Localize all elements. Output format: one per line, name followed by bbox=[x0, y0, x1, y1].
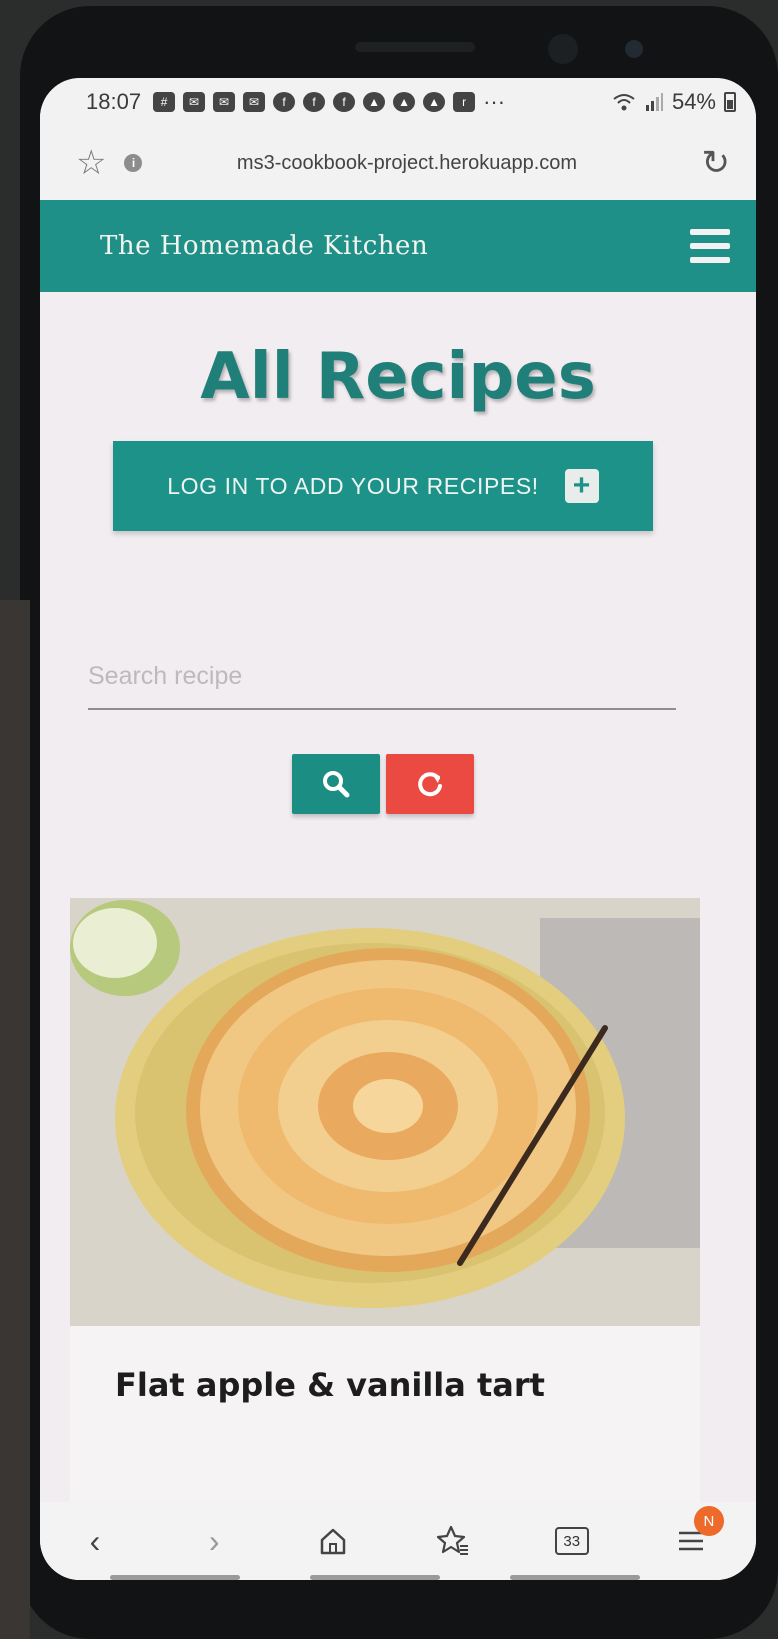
snapchat-icon: ▲ bbox=[423, 92, 446, 112]
status-bar: 18:07 # ✉ ✉ ✉ f f f ▲ ▲ ▲ r ··· 54% bbox=[40, 78, 756, 126]
hand-edge bbox=[0, 600, 30, 1639]
facebook-icon: f bbox=[303, 92, 326, 112]
gesture-bar-left bbox=[110, 1575, 240, 1580]
recipe-image[interactable] bbox=[70, 898, 700, 1326]
recipe-card[interactable]: Flat apple & vanilla tart bbox=[70, 898, 700, 1518]
plus-icon: + bbox=[564, 469, 599, 503]
notification-icons: # ✉ ✉ ✉ f f f ▲ ▲ ▲ r ··· bbox=[153, 89, 505, 115]
search-icon bbox=[323, 771, 350, 798]
search-button[interactable] bbox=[292, 754, 380, 814]
tabs-count: 33 bbox=[554, 1527, 589, 1555]
sensor bbox=[625, 40, 643, 58]
battery-icon bbox=[724, 92, 736, 112]
back-button[interactable]: ‹ bbox=[70, 1516, 120, 1566]
snapchat-icon: ▲ bbox=[363, 92, 386, 112]
login-to-add-recipes-button[interactable]: LOG IN TO ADD YOUR RECIPES! + bbox=[113, 441, 653, 531]
facebook-icon: f bbox=[273, 92, 296, 112]
bookmarks-star-icon bbox=[436, 1525, 468, 1555]
status-right: 54% bbox=[612, 89, 736, 115]
home-icon bbox=[321, 1528, 346, 1555]
recipe-title[interactable]: Flat apple & vanilla tart bbox=[115, 1366, 545, 1404]
main-content: All Recipes LOG IN TO ADD YOUR RECIPES! … bbox=[40, 292, 756, 1518]
bookmark-star-icon[interactable]: ☆ bbox=[76, 143, 106, 183]
search-field bbox=[88, 644, 676, 710]
search-input[interactable] bbox=[88, 644, 676, 708]
front-camera bbox=[548, 34, 578, 64]
earpiece bbox=[355, 42, 475, 52]
refresh-icon bbox=[418, 772, 442, 797]
facebook-icon: f bbox=[333, 92, 356, 112]
reload-icon[interactable]: ↻ bbox=[702, 143, 731, 183]
reset-button[interactable] bbox=[386, 754, 474, 814]
apple-tart-illustration bbox=[70, 898, 700, 1326]
browser-url-bar: ☆ i ms3-cookbook-project.herokuapp.com ↻ bbox=[40, 126, 756, 200]
brand-logo[interactable]: The Homemade Kitchen bbox=[100, 231, 428, 261]
browser-menu-button[interactable]: N bbox=[666, 1506, 724, 1566]
slack-icon: # bbox=[153, 92, 176, 112]
site-header: The Homemade Kitchen bbox=[40, 200, 756, 292]
status-time: 18:07 bbox=[86, 89, 142, 114]
wifi-icon bbox=[613, 94, 635, 111]
forward-button[interactable]: › bbox=[189, 1516, 239, 1566]
home-button[interactable] bbox=[308, 1516, 358, 1566]
notification-badge: N bbox=[693, 1506, 724, 1536]
hamburger-menu-icon[interactable] bbox=[690, 229, 730, 263]
snapchat-icon: ▲ bbox=[393, 92, 416, 112]
browser-bottom-nav: ‹ › 33 N bbox=[40, 1502, 756, 1580]
overflow-icon: ··· bbox=[483, 89, 506, 114]
tabs-button[interactable]: 33 bbox=[547, 1516, 597, 1566]
gesture-bar-right bbox=[510, 1575, 640, 1580]
ring-icon: r bbox=[453, 92, 476, 112]
mail-icon: ✉ bbox=[243, 92, 266, 112]
mail-icon: ✉ bbox=[213, 92, 236, 112]
site-info-icon[interactable]: i bbox=[124, 154, 143, 172]
signal-icon bbox=[645, 93, 663, 111]
bookmarks-button[interactable] bbox=[428, 1516, 478, 1566]
url-text[interactable]: ms3-cookbook-project.herokuapp.com bbox=[142, 152, 701, 175]
battery-percent: 54% bbox=[671, 89, 716, 114]
page-title: All Recipes bbox=[200, 340, 596, 414]
screen: 18:07 # ✉ ✉ ✉ f f f ▲ ▲ ▲ r ··· 54% ☆ i … bbox=[40, 78, 756, 1580]
gesture-bar-center bbox=[310, 1575, 440, 1580]
chevron-left-icon: ‹ bbox=[89, 1522, 101, 1559]
login-cta-label: LOG IN TO ADD YOUR RECIPES! bbox=[167, 472, 539, 499]
chevron-right-icon: › bbox=[208, 1522, 220, 1559]
mail-icon: ✉ bbox=[183, 92, 206, 112]
